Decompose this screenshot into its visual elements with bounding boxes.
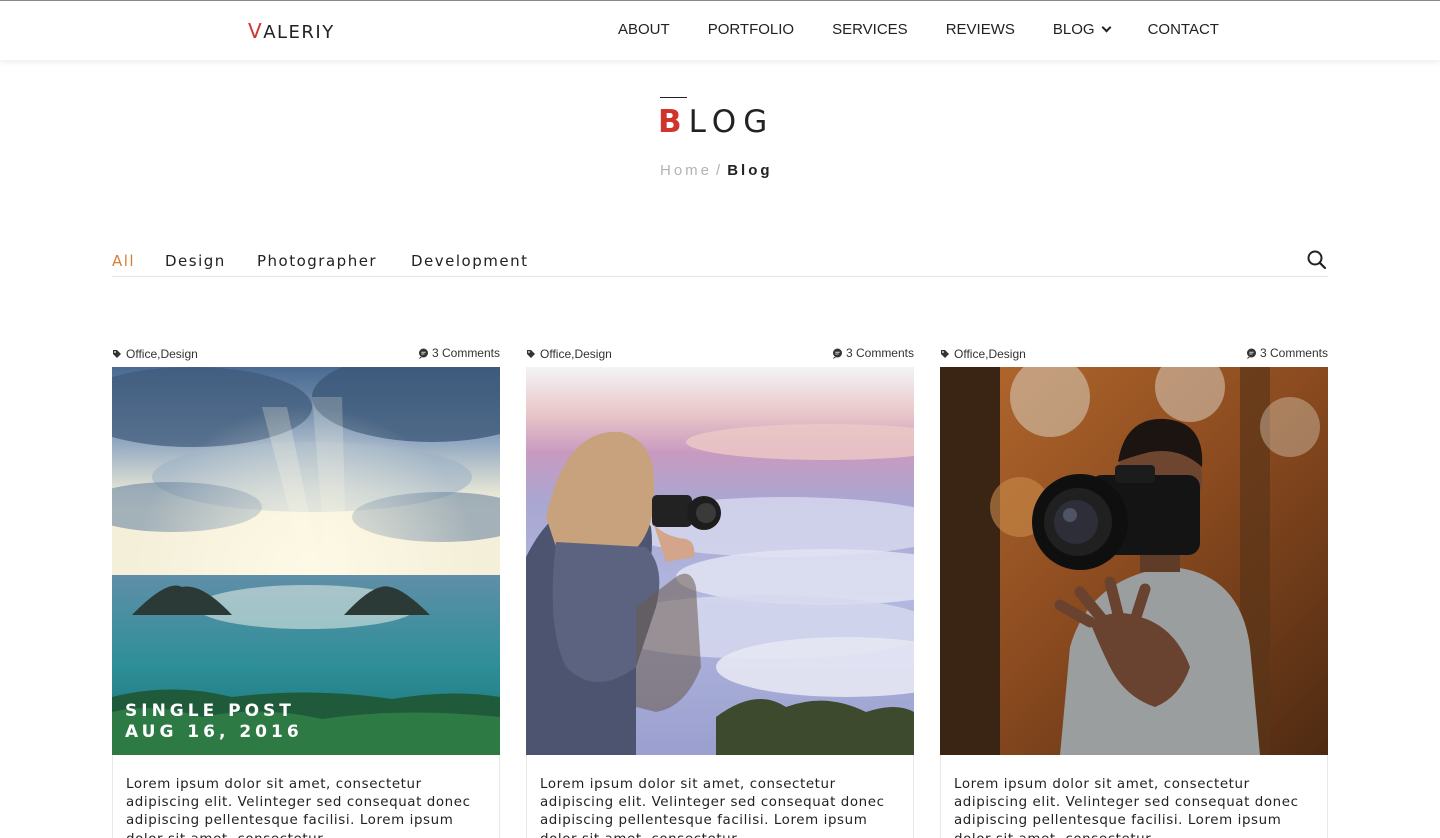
comments-count: 3 Comments (845, 346, 914, 360)
comment-icon (1246, 348, 1256, 359)
card-tags: Office, Design (526, 347, 612, 361)
tag-link-office[interactable]: Office (126, 347, 157, 361)
post-image-camera-toss[interactable] (940, 367, 1328, 755)
breadcrumb: Home / Blog (660, 162, 773, 179)
card-body: Lorem ipsum dolor sit amet, consectetur … (940, 755, 1328, 838)
nav-reviews-label: REVIEWS (945, 21, 1015, 38)
blog-card[interactable]: Office, Design 3 Comments (940, 344, 1328, 838)
breadcrumb-separator: / (716, 162, 724, 179)
nav-about-label: ABOUT (618, 21, 670, 38)
tag-link-design[interactable]: Design (988, 347, 1025, 361)
nav-reviews[interactable]: REVIEWS (946, 21, 1015, 38)
comments-count: 3 Comments (431, 346, 500, 360)
card-comments[interactable]: 3 Comments (1246, 346, 1328, 360)
card-meta: Office, Design 3 Comments (526, 344, 914, 362)
title-rule (660, 97, 687, 98)
post-excerpt: Lorem ipsum dolor sit amet, consectetur … (540, 777, 885, 838)
page-title-text: LOG (688, 104, 775, 140)
tag-icon (113, 350, 121, 358)
tag-link-office[interactable]: Office (540, 347, 571, 361)
breadcrumb-home[interactable]: Home (660, 162, 712, 179)
tag-link-design[interactable]: Design (574, 347, 611, 361)
nav-portfolio[interactable]: PORTFOLIO (708, 21, 794, 38)
post-overlay-date: AUG 16, 2016 (125, 722, 303, 742)
page-title: BLOG (658, 104, 774, 140)
tag-link-office[interactable]: Office (954, 347, 985, 361)
card-body: Lorem ipsum dolor sit amet, consectetur … (112, 755, 500, 838)
card-meta: Office, Design 3 Comments (112, 344, 500, 362)
nav-portfolio-label: PORTFOLIO (707, 21, 795, 38)
filter-all[interactable]: All (112, 252, 135, 270)
filter-photographer[interactable]: Photographer (257, 252, 377, 270)
card-tags: Office, Design (940, 347, 1026, 361)
page-title-initial: B (658, 104, 689, 140)
comments-count: 3 Comments (1259, 346, 1328, 360)
nav-services[interactable]: SERVICES (832, 21, 908, 38)
post-image-photographer-clouds[interactable] (526, 367, 914, 755)
nav-about[interactable]: ABOUT (618, 21, 670, 38)
blog-card[interactable]: Office, Design 3 Comments (112, 344, 500, 838)
nav-contact[interactable]: CONTACT (1148, 21, 1219, 38)
tag-icon (941, 350, 949, 358)
category-filter-bar: All Design Photographer Development (112, 249, 1328, 277)
site-logo[interactable]: VALERIY (248, 19, 335, 43)
chevron-down-icon (1101, 22, 1112, 33)
nav-blog[interactable]: BLOG (1052, 21, 1112, 38)
site-header: VALERIY ABOUT PORTFOLIO SERVICES REVIEWS… (0, 0, 1440, 60)
comment-icon (418, 348, 428, 359)
logo-text: ALERIY (263, 22, 335, 43)
filter-design[interactable]: Design (165, 252, 226, 270)
card-comments[interactable]: 3 Comments (418, 346, 500, 360)
post-excerpt: Lorem ipsum dolor sit amet, consectetur … (954, 777, 1299, 838)
logo-initial: V (248, 19, 264, 43)
breadcrumb-current: Blog (727, 162, 773, 179)
post-excerpt: Lorem ipsum dolor sit amet, consectetur … (126, 777, 471, 838)
comment-icon (832, 348, 842, 359)
card-body: Lorem ipsum dolor sit amet, consectetur … (526, 755, 914, 838)
nav-contact-label: CONTACT (1147, 21, 1219, 38)
card-tags: Office, Design (112, 347, 198, 361)
post-overlay-title: SINGLE POST (125, 701, 295, 721)
tag-icon (527, 350, 535, 358)
card-comments[interactable]: 3 Comments (832, 346, 914, 360)
card-meta: Office, Design 3 Comments (940, 344, 1328, 362)
tag-link-design[interactable]: Design (160, 347, 197, 361)
blog-card[interactable]: Office, Design 3 Comments (526, 344, 914, 838)
search-icon[interactable] (1306, 249, 1328, 271)
nav-blog-label: BLOG (1052, 21, 1095, 38)
main-nav: ABOUT PORTFOLIO SERVICES REVIEWS BLOG CO… (618, 21, 1219, 38)
nav-services-label: SERVICES (832, 21, 908, 38)
post-image-ocean-islands[interactable]: SINGLE POST AUG 16, 2016 (112, 367, 500, 755)
filter-development[interactable]: Development (411, 252, 528, 270)
